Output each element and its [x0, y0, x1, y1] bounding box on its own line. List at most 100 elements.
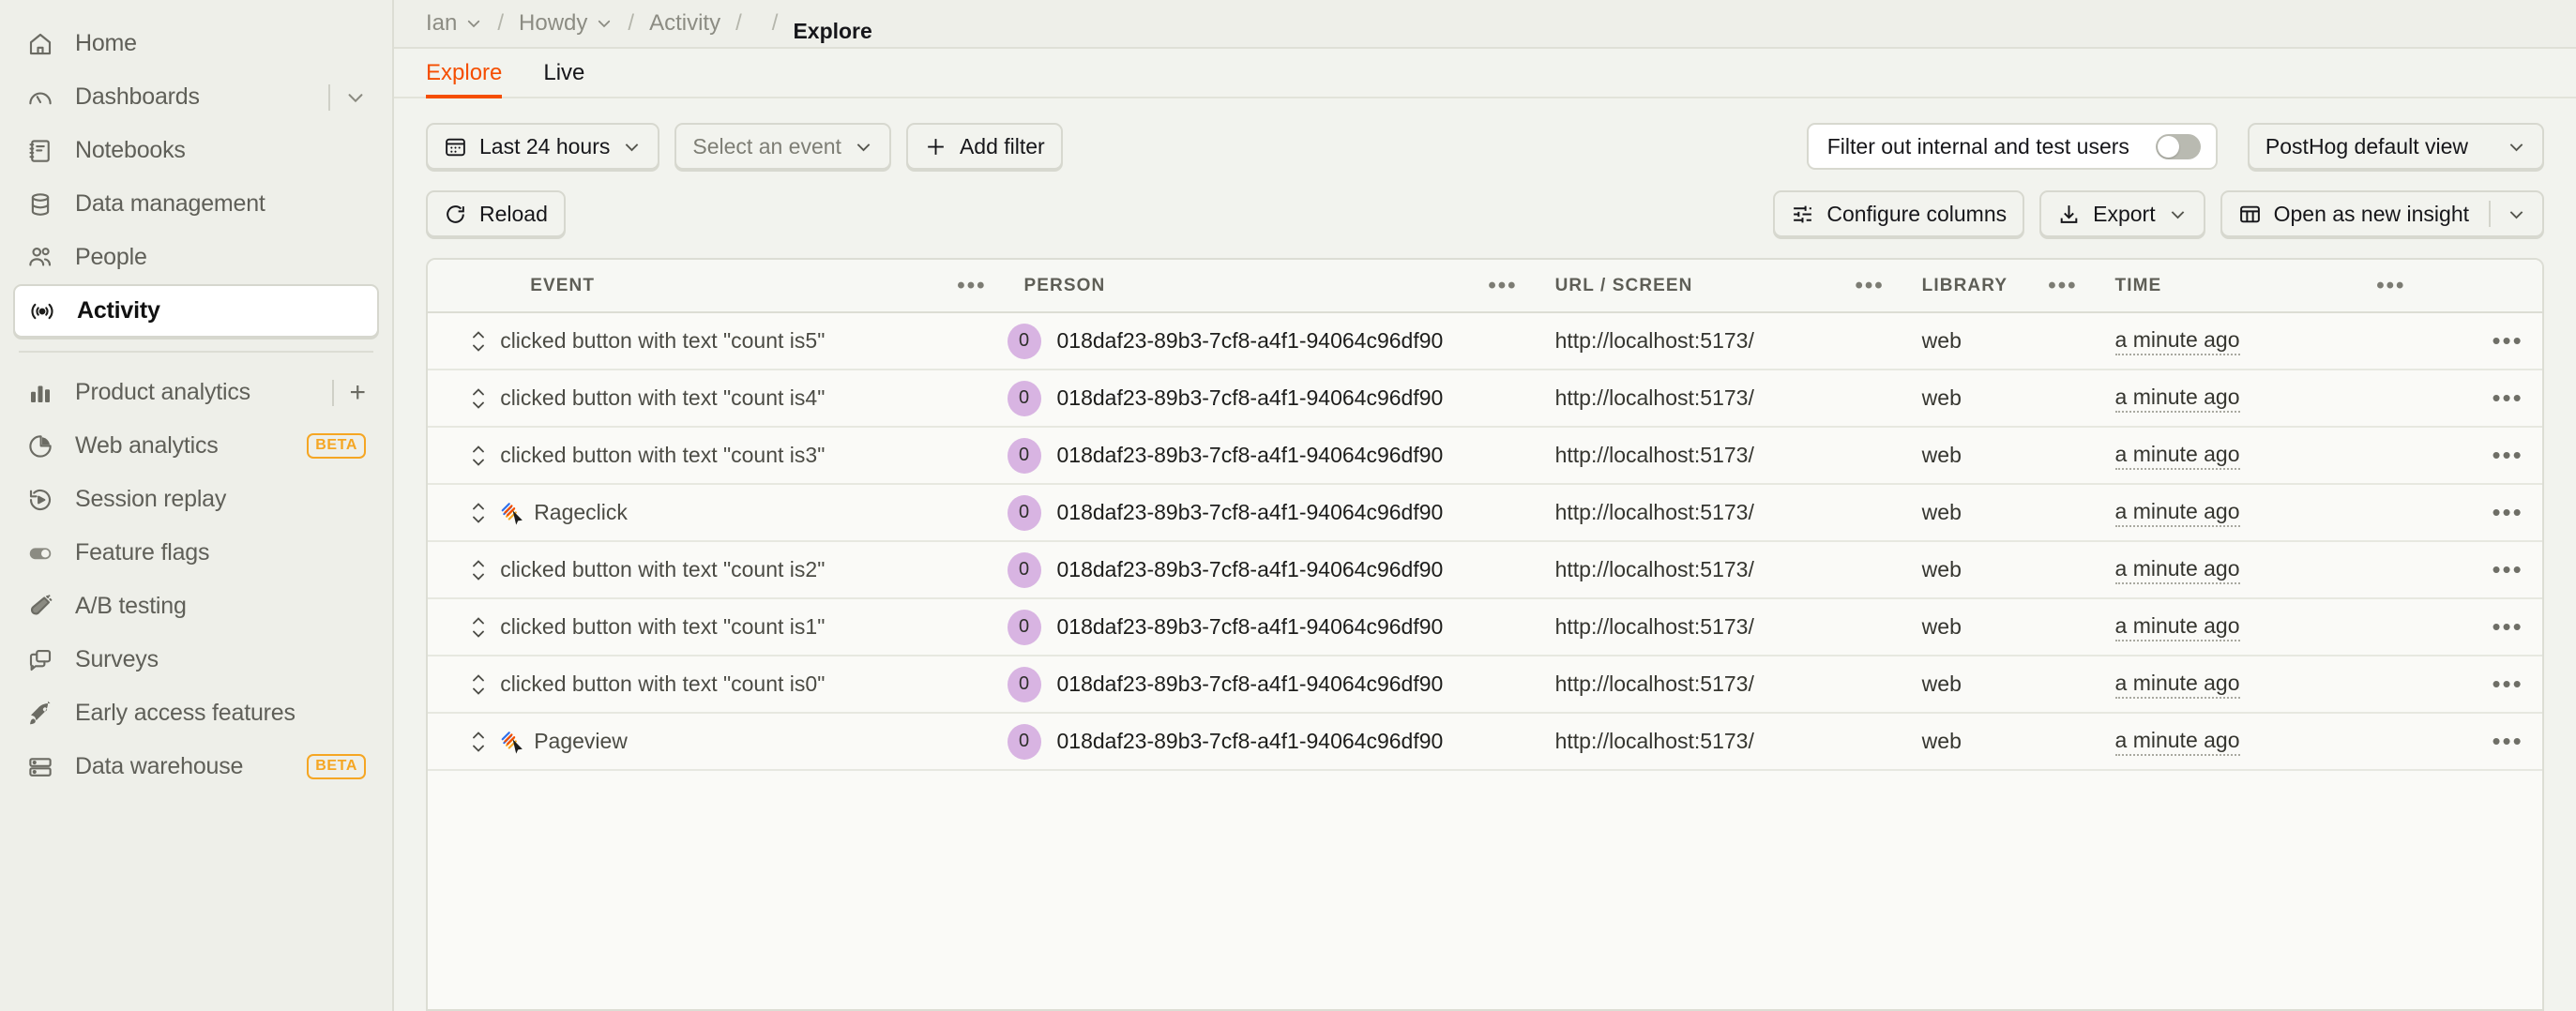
row-actions-menu[interactable]: •••: [2426, 326, 2523, 355]
row-expand-toggle[interactable]: [428, 672, 500, 697]
sidebar-item-trailing[interactable]: BETA: [307, 754, 366, 779]
cell-expand[interactable]: [428, 427, 501, 485]
table-row[interactable]: Pageview 0 018daf23-89b3-7cf8-a4f1-94064c9…: [428, 713, 2542, 771]
cell-expand[interactable]: [428, 713, 501, 771]
cell-expand[interactable]: [428, 656, 501, 714]
person-id[interactable]: 018daf23-89b3-7cf8-a4f1-94064c96df90: [1057, 500, 1444, 525]
table-row[interactable]: clicked button with text "count is2" 0 018…: [428, 541, 2542, 599]
row-actions-menu[interactable]: •••: [2426, 555, 2523, 583]
chevron-down-icon[interactable]: [2168, 204, 2188, 224]
time-value[interactable]: a minute ago: [2114, 384, 2240, 413]
sidebar-item-dashboards[interactable]: Dashboards: [13, 70, 379, 124]
breadcrumb-item-howdy[interactable]: Howdy: [519, 10, 613, 37]
time-value[interactable]: a minute ago: [2114, 555, 2240, 584]
chevron-down-icon[interactable]: [2507, 204, 2526, 224]
th-url-menu[interactable]: •••: [1855, 274, 1884, 297]
url-value[interactable]: http://localhost:5173/: [1555, 328, 1754, 353]
time-value[interactable]: a minute ago: [2114, 498, 2240, 527]
row-actions-menu[interactable]: •••: [2426, 384, 2523, 412]
sidebar-item-home[interactable]: Home: [13, 17, 379, 70]
time-value[interactable]: a minute ago: [2114, 727, 2240, 756]
row-actions-menu[interactable]: •••: [2426, 441, 2523, 469]
sidebar-item-surveys[interactable]: Surveys: [13, 633, 379, 687]
person-id[interactable]: 018daf23-89b3-7cf8-a4f1-94064c96df90: [1057, 557, 1444, 582]
row-expand-toggle[interactable]: [428, 615, 500, 640]
url-value[interactable]: http://localhost:5173/: [1555, 500, 1754, 524]
cell-expand[interactable]: [428, 541, 501, 599]
sidebar-item-session-replay[interactable]: Session replay: [13, 473, 379, 526]
time-value[interactable]: a minute ago: [2114, 441, 2240, 470]
sidebar-item-trailing[interactable]: [328, 83, 366, 111]
sidebar-item-trailing[interactable]: +: [332, 378, 366, 407]
person-id[interactable]: 018daf23-89b3-7cf8-a4f1-94064c96df90: [1057, 614, 1444, 640]
view-select-button[interactable]: PostHog default view: [2247, 123, 2544, 170]
sidebar-item-web-analytics[interactable]: Web analytics BETA: [13, 419, 379, 473]
row-expand-toggle[interactable]: [428, 444, 500, 468]
internal-users-filter[interactable]: Filter out internal and test users: [1806, 123, 2218, 170]
sidebar-item-people[interactable]: People: [13, 231, 379, 284]
date-range-button[interactable]: Last 24 hours: [426, 123, 660, 170]
person-id[interactable]: 018daf23-89b3-7cf8-a4f1-94064c96df90: [1057, 385, 1444, 411]
breadcrumb-item-activity[interactable]: Activity: [649, 10, 720, 37]
table-row[interactable]: clicked button with text "count is5" 0 018…: [428, 312, 2542, 370]
url-value[interactable]: http://localhost:5173/: [1555, 614, 1754, 639]
chevron-down-icon[interactable]: [465, 15, 482, 32]
time-value[interactable]: a minute ago: [2114, 326, 2240, 355]
url-value[interactable]: http://localhost:5173/: [1555, 443, 1754, 467]
sidebar-item-a-b-testing[interactable]: A/B testing: [13, 580, 379, 633]
th-library-menu[interactable]: •••: [2048, 274, 2077, 297]
configure-columns-button[interactable]: Configure columns: [1773, 190, 2025, 237]
table-row[interactable]: Rageclick 0 018daf23-89b3-7cf8-a4f1-94064c…: [428, 484, 2542, 542]
row-expand-toggle[interactable]: [428, 558, 500, 582]
person-id[interactable]: 018daf23-89b3-7cf8-a4f1-94064c96df90: [1057, 443, 1444, 468]
time-value[interactable]: a minute ago: [2114, 670, 2240, 699]
chevron-down-icon[interactable]: [596, 15, 613, 32]
row-expand-toggle[interactable]: [428, 501, 500, 525]
url-value[interactable]: http://localhost:5173/: [1555, 385, 1754, 410]
tab-explore[interactable]: Explore: [426, 60, 503, 98]
sidebar-item-trailing[interactable]: BETA: [307, 433, 366, 459]
sidebar-item-data-warehouse[interactable]: Data warehouse BETA: [13, 740, 379, 793]
sidebar-item-early-access-features[interactable]: Early access features: [13, 687, 379, 740]
row-expand-toggle[interactable]: [428, 730, 500, 754]
row-actions-menu[interactable]: •••: [2426, 670, 2523, 698]
row-actions-menu[interactable]: •••: [2426, 727, 2523, 755]
url-value[interactable]: http://localhost:5173/: [1555, 729, 1754, 753]
chevron-down-icon[interactable]: [345, 87, 366, 108]
th-time-menu[interactable]: •••: [2376, 274, 2405, 297]
person-id[interactable]: 018daf23-89b3-7cf8-a4f1-94064c96df90: [1057, 671, 1444, 697]
time-value[interactable]: a minute ago: [2114, 612, 2240, 641]
sidebar-item-feature-flags[interactable]: Feature flags: [13, 526, 379, 580]
sidebar-item-data-management[interactable]: Data management: [13, 177, 379, 231]
table-row[interactable]: clicked button with text "count is3" 0 018…: [428, 427, 2542, 485]
row-expand-toggle[interactable]: [428, 329, 500, 354]
add-filter-button[interactable]: Add filter: [905, 123, 1063, 170]
th-person-menu[interactable]: •••: [1488, 274, 1517, 297]
url-value[interactable]: http://localhost:5173/: [1555, 557, 1754, 581]
url-value[interactable]: http://localhost:5173/: [1555, 671, 1754, 696]
person-id[interactable]: 018daf23-89b3-7cf8-a4f1-94064c96df90: [1057, 729, 1444, 754]
table-row[interactable]: clicked button with text "count is0" 0 018…: [428, 656, 2542, 714]
person-id[interactable]: 018daf23-89b3-7cf8-a4f1-94064c96df90: [1057, 328, 1444, 354]
row-actions-menu[interactable]: •••: [2426, 498, 2523, 526]
sidebar-item-activity[interactable]: Activity: [13, 284, 379, 338]
breadcrumb-item-ian[interactable]: Ian: [426, 10, 482, 37]
sidebar-item-notebooks[interactable]: Notebooks: [13, 124, 379, 177]
event-select-button[interactable]: Select an event: [674, 123, 891, 170]
table-row[interactable]: clicked button with text "count is4" 0 018…: [428, 370, 2542, 428]
internal-users-toggle[interactable]: [2155, 133, 2201, 159]
sidebar-item-product-analytics[interactable]: Product analytics +: [13, 366, 379, 419]
open-as-new-insight-button[interactable]: Open as new insight: [2220, 190, 2544, 237]
row-expand-toggle[interactable]: [428, 386, 500, 411]
th-event-menu[interactable]: •••: [957, 274, 986, 297]
plus-icon[interactable]: +: [349, 378, 366, 407]
row-actions-menu[interactable]: •••: [2426, 612, 2523, 641]
reload-button[interactable]: Reload: [426, 190, 566, 237]
cell-expand[interactable]: [428, 312, 501, 370]
cell-expand[interactable]: [428, 370, 501, 428]
tab-live[interactable]: Live: [543, 60, 584, 97]
export-button[interactable]: Export: [2039, 190, 2205, 237]
cell-expand[interactable]: [428, 484, 501, 542]
cell-expand[interactable]: [428, 598, 501, 656]
table-row[interactable]: clicked button with text "count is1" 0 018…: [428, 598, 2542, 656]
